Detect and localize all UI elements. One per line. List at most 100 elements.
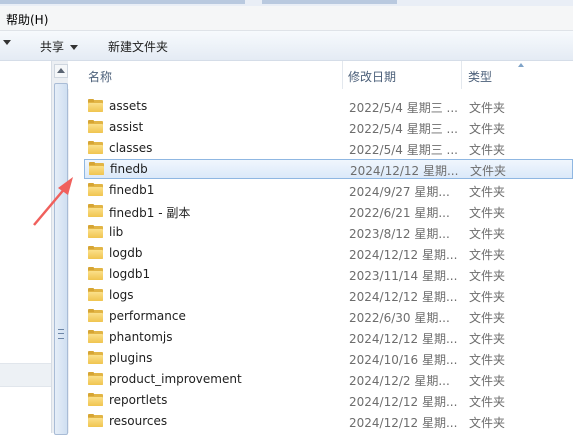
file-modified-date: 2022/5/4 星期三 ...: [349, 122, 458, 136]
list-item[interactable]: reportlets 2024/12/12 星期... 文件夹: [68, 390, 573, 410]
top-strip-segment: [262, 0, 397, 4]
file-name: logs: [109, 288, 134, 302]
scroll-up-button[interactable]: [54, 64, 68, 78]
file-name: plugins: [109, 351, 153, 365]
column-header-date[interactable]: 修改日期: [348, 68, 396, 85]
file-name: phantomjs: [109, 330, 173, 344]
file-modified-date: 2023/8/12 星期...: [349, 227, 450, 241]
chevron-down-icon[interactable]: [3, 40, 11, 45]
file-modified-date: 2024/12/12 星期...: [349, 248, 458, 262]
file-type: 文件夹: [469, 374, 506, 388]
file-name: finedb: [110, 162, 148, 176]
file-type: 文件夹: [469, 101, 506, 115]
file-modified-date: 2024/10/16 星期...: [349, 353, 458, 367]
scrollbar-thumb[interactable]: [54, 83, 68, 435]
file-modified-date: 2022/5/4 星期三 ...: [349, 143, 458, 157]
file-modified-date: 2024/12/12 星期...: [349, 290, 458, 304]
folder-icon: [89, 162, 104, 175]
file-modified-date: 2022/6/30 星期...: [349, 311, 450, 325]
file-modified-date: 2024/12/12 星期...: [349, 332, 458, 346]
list-item[interactable]: finedb 2024/12/12 星期... 文件夹: [84, 159, 573, 179]
file-type: 文件夹: [469, 353, 506, 367]
folder-icon: [88, 99, 103, 112]
folder-icon: [88, 393, 103, 406]
list-item[interactable]: finedb1 2024/9/27 星期... 文件夹: [68, 180, 573, 200]
folder-icon: [88, 246, 103, 259]
chevron-down-icon: [70, 45, 79, 50]
file-modified-date: 2023/11/14 星期...: [349, 269, 458, 283]
column-divider[interactable]: [342, 61, 343, 89]
list-item[interactable]: phantomjs 2024/12/12 星期... 文件夹: [68, 327, 573, 347]
file-type: 文件夹: [469, 395, 506, 409]
file-modified-date: 2024/12/2 星期...: [349, 374, 450, 388]
list-item[interactable]: logdb 2024/12/12 星期... 文件夹: [68, 243, 573, 263]
file-modified-date: 2024/12/12 星期...: [349, 395, 458, 409]
file-name: logdb: [109, 246, 143, 260]
folder-icon: [88, 414, 103, 427]
file-type: 文件夹: [469, 206, 506, 220]
file-type: 文件夹: [469, 311, 506, 325]
folder-icon: [88, 288, 103, 301]
column-header-name[interactable]: 名称: [88, 68, 112, 85]
file-name: lib: [109, 225, 124, 239]
folder-icon: [88, 309, 103, 322]
file-type: 文件夹: [470, 164, 507, 178]
folder-icon: [88, 204, 103, 217]
list-item[interactable]: performance 2022/6/30 星期... 文件夹: [68, 306, 573, 326]
file-name: performance: [109, 309, 186, 323]
column-divider[interactable]: [461, 61, 462, 89]
file-modified-date: 2024/12/12 星期...: [350, 164, 459, 178]
list-item[interactable]: logs 2024/12/12 星期... 文件夹: [68, 285, 573, 305]
list-item[interactable]: assets 2022/5/4 星期三 ... 文件夹: [68, 96, 573, 116]
folder-icon: [88, 225, 103, 238]
file-type: 文件夹: [469, 122, 506, 136]
top-strip-segment: [0, 0, 245, 4]
file-type: 文件夹: [469, 269, 506, 283]
folder-icon: [88, 141, 103, 154]
list-item[interactable]: finedb1 - 副本 2022/6/21 星期... 文件夹: [68, 201, 573, 221]
file-type: 文件夹: [469, 416, 506, 430]
sort-up-icon: [518, 63, 524, 67]
file-modified-date: 2022/5/4 星期三 ...: [349, 101, 458, 115]
file-name: assist: [109, 120, 144, 134]
file-modified-date: 2024/9/27 星期...: [349, 185, 450, 199]
folder-icon: [88, 372, 103, 385]
folder-icon: [88, 351, 103, 364]
list-item[interactable]: plugins 2024/10/16 星期... 文件夹: [68, 348, 573, 368]
folder-icon: [88, 330, 103, 343]
file-name: finedb1 - 副本: [109, 206, 191, 220]
navigation-selected-item[interactable]: [0, 363, 51, 387]
file-type: 文件夹: [469, 332, 506, 346]
share-button[interactable]: 共享: [40, 38, 79, 55]
file-type: 文件夹: [469, 143, 506, 157]
new-folder-button[interactable]: 新建文件夹: [108, 38, 168, 55]
file-name: classes: [109, 141, 153, 155]
list-item[interactable]: product_improvement 2024/12/2 星期... 文件夹: [68, 369, 573, 389]
file-name: product_improvement: [109, 372, 242, 386]
column-header: 名称 修改日期 类型: [68, 61, 573, 89]
file-modified-date: 2022/6/21 星期...: [349, 206, 450, 220]
list-item[interactable]: logdb1 2023/11/14 星期... 文件夹: [68, 264, 573, 284]
toolbar: 共享 新建文件夹: [0, 31, 573, 61]
file-type: 文件夹: [469, 248, 506, 262]
scrollbar-grip-icon: [58, 329, 64, 339]
file-name: finedb1: [109, 183, 155, 197]
column-header-type[interactable]: 类型: [468, 68, 492, 85]
folder-icon: [88, 120, 103, 133]
folder-icon: [88, 267, 103, 280]
navigation-scrollbar[interactable]: [51, 61, 69, 435]
file-name: assets: [109, 99, 148, 113]
list-item[interactable]: assist 2022/5/4 星期三 ... 文件夹: [68, 117, 573, 137]
file-name: logdb1: [109, 267, 151, 281]
list-item[interactable]: resources 2024/12/12 星期... 文件夹: [68, 411, 573, 431]
menu-help[interactable]: 帮助(H): [6, 11, 48, 28]
menu-bar: 帮助(H): [0, 6, 573, 31]
file-name: resources: [109, 414, 168, 428]
navigation-pane[interactable]: [0, 61, 51, 433]
share-label: 共享: [40, 40, 65, 54]
folder-icon: [88, 183, 103, 196]
list-item[interactable]: classes 2022/5/4 星期三 ... 文件夹: [68, 138, 573, 158]
file-type: 文件夹: [469, 185, 506, 199]
list-item[interactable]: lib 2023/8/12 星期... 文件夹: [68, 222, 573, 242]
file-modified-date: 2024/12/12 星期...: [349, 416, 458, 430]
